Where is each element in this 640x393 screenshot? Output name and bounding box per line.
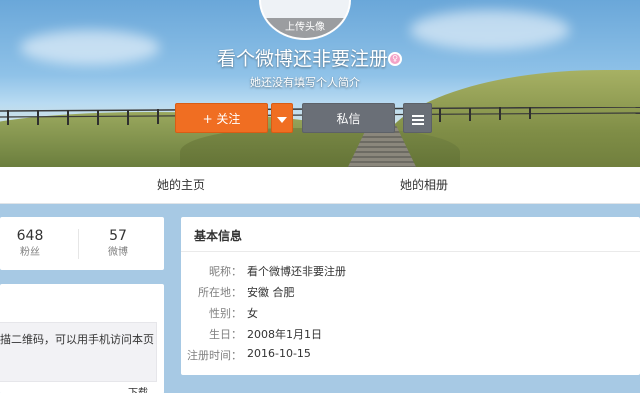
info-row-birthday: 生日： 2008年1月1日 — [181, 326, 640, 344]
profile-tabs: 她的主页 她的相册 — [0, 167, 640, 204]
tab-her-homepage[interactable]: 她的主页 — [157, 167, 205, 204]
followers-label: 粉丝 — [20, 247, 40, 258]
female-gender-icon: ♀ — [388, 52, 402, 66]
more-menu-button[interactable] — [403, 103, 432, 133]
info-value: 2008年1月1日 — [247, 328, 322, 341]
info-row-location: 所在地： 安徽 合肥 — [181, 284, 640, 302]
profile-intro: 她还没有填写个人简介 — [250, 76, 360, 89]
qr-code-hint: 扫描二维码，可以用手机访问本页 — [0, 333, 154, 346]
basic-info-title: 基本信息 — [194, 229, 243, 243]
follow-dropdown-button[interactable] — [271, 103, 293, 133]
info-row-registration-date: 注册时间： 2016-10-15 — [181, 347, 640, 365]
qr-code-panel: 扫描二维码，可以用手机访问本页 下载 — [0, 284, 164, 393]
stat-followers[interactable]: 648 粉丝 — [0, 226, 60, 260]
avatar[interactable]: 上传头像 — [259, 0, 351, 40]
tab-her-album[interactable]: 她的相册 — [400, 167, 448, 204]
followers-count: 648 — [16, 228, 44, 244]
info-value: 看个微博还非要注册 — [247, 265, 346, 278]
posts-count: 57 — [109, 228, 127, 244]
info-label: 注册时间： — [187, 349, 242, 362]
profile-cover: 上传头像 看个微博还非要注册 ♀ 她还没有填写个人简介 + 关注 私信 — [0, 0, 640, 167]
posts-label: 微博 — [108, 247, 128, 258]
info-label: 性别： — [209, 307, 242, 320]
message-button[interactable]: 私信 — [302, 103, 395, 133]
avatar-upload-label[interactable]: 上传头像 — [261, 18, 349, 38]
info-row-gender: 性别： 女 — [181, 305, 640, 323]
follow-button[interactable]: + 关注 — [175, 103, 268, 133]
info-value: 安徽 合肥 — [247, 286, 295, 299]
info-row-nickname: 昵称： 看个微博还非要注册 — [181, 263, 640, 281]
stats-divider — [78, 229, 79, 259]
profile-nickname: 看个微博还非要注册 — [216, 48, 388, 70]
info-label: 昵称： — [209, 265, 242, 278]
basic-info-divider — [181, 251, 640, 252]
stats-panel: 648 粉丝 57 微博 — [0, 217, 164, 270]
qr-code-box: 扫描二维码，可以用手机访问本页 — [0, 322, 157, 382]
info-value: 2016-10-15 — [247, 347, 311, 360]
info-value: 女 — [247, 307, 258, 320]
menu-icon — [411, 113, 424, 127]
stat-posts[interactable]: 57 微博 — [88, 226, 148, 260]
chevron-down-icon — [277, 116, 287, 123]
download-link[interactable]: 下载 — [128, 384, 148, 393]
basic-info-card: 基本信息 昵称： 看个微博还非要注册 所在地： 安徽 合肥 性别： 女 生日： … — [181, 217, 640, 375]
info-label: 所在地： — [198, 286, 242, 299]
info-label: 生日： — [209, 328, 242, 341]
